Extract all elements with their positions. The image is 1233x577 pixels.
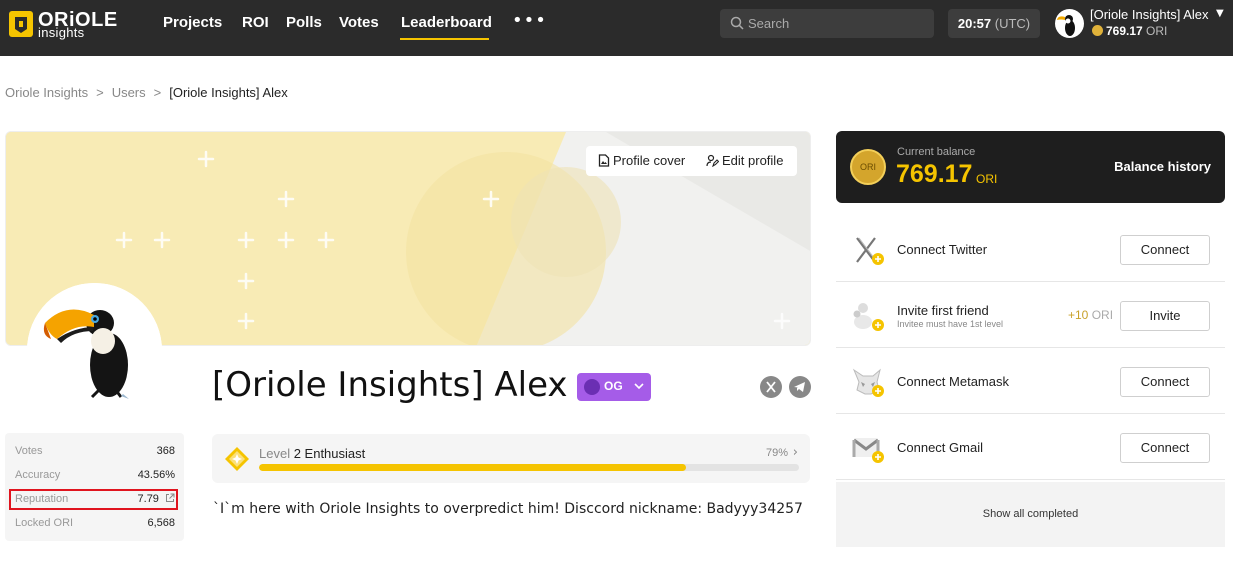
breadcrumb: Oriole Insights > Users > [Oriole Insights] … [5, 85, 288, 100]
invite-friend-icon [853, 303, 884, 331]
user-balance: 769.17 ORI [1092, 24, 1167, 38]
task-connect-metamask: Connect Metamask Connect [836, 349, 1225, 414]
telegram-icon[interactable] [789, 376, 811, 398]
profile-bio: `I`m here with Oriole Insights to overpr… [213, 501, 803, 517]
gmail-icon [852, 438, 884, 463]
balance-label: Current balance [897, 146, 976, 158]
breadcrumb-separator: > [153, 85, 162, 100]
user-avatar[interactable] [1055, 9, 1084, 38]
metamask-icon [852, 368, 884, 397]
clock-timezone: (UTC) [994, 16, 1031, 31]
ori-coin-icon: ORI [850, 149, 886, 185]
breadcrumb-home[interactable]: Oriole Insights [5, 85, 88, 100]
og-badge-label: OG [604, 379, 623, 393]
image-file-icon [598, 154, 610, 167]
clock-time: 20:57 [957, 16, 992, 31]
level-percent: 79% [765, 447, 788, 459]
profile-stats: Votes 368 Accuracy 43.56% Reputation 7.7… [5, 433, 184, 541]
invite-button[interactable]: Invite [1120, 301, 1210, 331]
profile-name: [Oriole Insights] Alex [212, 365, 568, 405]
nav-votes[interactable]: Votes [339, 14, 379, 32]
stat-value: 6,568 [147, 517, 175, 529]
stat-votes: Votes 368 [15, 443, 175, 461]
nav-more-icon[interactable]: ••• [512, 10, 547, 31]
profile-cover-label: Profile cover [613, 153, 686, 168]
task-reward-currency: ORI [1091, 308, 1114, 322]
nav-projects[interactable]: Projects [163, 14, 222, 32]
level-star-icon [225, 447, 249, 471]
task-title: Connect Gmail [897, 440, 983, 455]
stat-label: Accuracy [15, 469, 61, 481]
breadcrumb-separator: > [96, 85, 104, 100]
x-twitter-icon[interactable] [760, 376, 782, 398]
task-subtitle: Invitee must have 1st level [897, 319, 1004, 329]
task-reward: +10 ORI [1068, 308, 1113, 322]
stat-value: 368 [156, 445, 175, 457]
reputation-highlight-box [9, 489, 178, 510]
nav-active-indicator [400, 38, 489, 40]
edit-profile-button[interactable]: Edit profile [706, 146, 783, 176]
level-title: Level 2 Enthusiast [259, 446, 365, 461]
connect-twitter-button[interactable]: Connect [1120, 235, 1210, 265]
nav-roi[interactable]: ROI [242, 14, 269, 32]
search-icon [730, 16, 744, 30]
show-all-completed-button[interactable]: Show all completed [836, 482, 1225, 547]
balance-history-link[interactable]: Balance history [1114, 159, 1211, 174]
task-title: Connect Metamask [897, 374, 1009, 389]
task-title: Invite first friend [897, 303, 989, 318]
profile-avatar[interactable] [27, 283, 162, 418]
user-balance-value: 769.17 [1106, 24, 1143, 38]
breadcrumb-current: [Oriole Insights] Alex [169, 85, 288, 100]
task-connect-gmail: Connect Gmail Connect [836, 415, 1225, 480]
profile-cover-button[interactable]: Profile cover [598, 146, 685, 176]
nav-polls[interactable]: Polls [286, 14, 322, 32]
edit-profile-label: Edit profile [722, 153, 784, 168]
stat-locked-ori: Locked ORI 6,568 [15, 515, 175, 533]
og-badge[interactable]: OG [577, 373, 651, 401]
chevron-right-icon[interactable]: › [793, 445, 798, 460]
stat-label: Locked ORI [15, 517, 74, 529]
stat-label: Votes [15, 445, 43, 457]
chevron-down-icon [634, 383, 644, 390]
oriole-logo[interactable]: ORiOLE insights [8, 10, 128, 44]
toucan-avatar-icon [1057, 15, 1075, 36]
balance-currency: ORI [976, 172, 998, 186]
task-title: Connect Twitter [897, 242, 988, 257]
clock-display: 20:57 (UTC) [948, 9, 1040, 38]
cover-actions: Profile cover Edit profile [586, 146, 797, 176]
search-input[interactable] [748, 9, 928, 38]
connect-gmail-button[interactable]: Connect [1120, 433, 1210, 463]
level-card[interactable]: Level 2 Enthusiast 79% › [212, 434, 810, 483]
coin-icon [1092, 25, 1103, 36]
level-progress-fill [259, 464, 686, 471]
balance-value: 769.17 [896, 160, 973, 188]
stat-accuracy: Accuracy 43.56% [15, 467, 175, 485]
nav-leaderboard[interactable]: Leaderboard [401, 14, 492, 32]
user-name[interactable]: [Oriole Insights] Alex [1090, 7, 1209, 22]
stat-value: 43.56% [137, 469, 175, 481]
task-invite-friend: Invite first friend Invitee must have 1s… [836, 283, 1225, 348]
search-box[interactable] [720, 9, 934, 38]
oriole-logo-icon [9, 11, 33, 37]
toucan-avatar-icon [27, 283, 162, 418]
og-sunglasses-icon [584, 379, 600, 395]
top-navigation-bar: ORiOLE insights Projects ROI Polls Votes… [0, 0, 1233, 56]
balance-card: ORI Current balance 769.17 ORI Balance h… [836, 131, 1225, 203]
connect-metamask-button[interactable]: Connect [1120, 367, 1210, 397]
edit-user-icon [706, 154, 720, 168]
level-prefix: Level [259, 446, 291, 461]
level-progress-bar [259, 464, 799, 471]
chevron-down-icon[interactable]: ▼ [1216, 8, 1224, 19]
level-name: 2 Enthusiast [293, 446, 366, 461]
logo-subtitle: insights [38, 25, 85, 40]
x-twitter-icon [856, 237, 884, 265]
task-connect-twitter: Connect Twitter Connect [836, 217, 1225, 282]
task-reward-value: +10 [1068, 308, 1089, 322]
user-balance-currency: ORI [1146, 24, 1168, 38]
breadcrumb-users[interactable]: Users [112, 85, 146, 100]
